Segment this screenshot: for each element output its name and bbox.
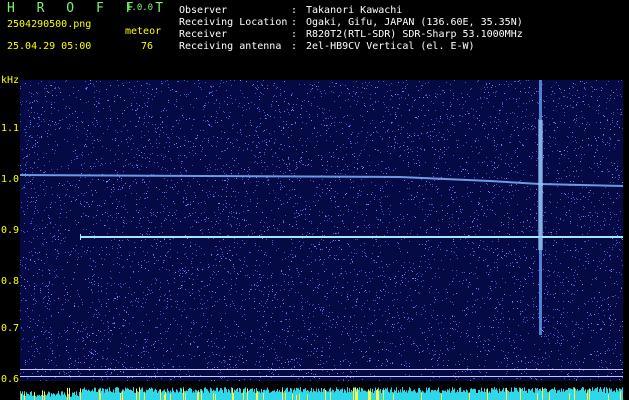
info-value-receiver: R820T2(RTL-SDR) SDR-Sharp 53.1000MHz [306, 29, 523, 40]
info-label-observer: Observer [179, 5, 228, 16]
y-tick-label: 0.8 [1, 276, 20, 287]
meteor-streak-core [538, 120, 543, 250]
y-tick-label: 0.7 [1, 323, 20, 334]
signal-level-bars [20, 387, 623, 400]
info-label-antenna: Receiving antenna [179, 41, 282, 52]
spectrogram-canvas [20, 80, 623, 381]
info-colon: : [291, 5, 298, 16]
signal-level-strip [20, 381, 623, 400]
info-colon: : [291, 29, 298, 40]
meteor-label: meteor [125, 26, 162, 37]
file-name: 2504290500.png [7, 19, 92, 30]
hroft-window: H R O F F T 1.0.0 2504290500.png 25.04.2… [0, 0, 629, 400]
meteor-count: 76 [141, 41, 154, 52]
y-tick-label: 1.1 [1, 123, 20, 134]
info-label-location: Receiving Location [179, 17, 288, 28]
y-tick-label: 0.6 [1, 374, 20, 385]
y-axis-label: kHz [1, 75, 20, 86]
date-time: 25.04.29 05:00 [7, 41, 92, 52]
noise-layer [20, 80, 623, 381]
carrier-line-upper [20, 174, 623, 187]
info-label-receiver: Receiver [179, 29, 228, 40]
info-value-location: Ogaki, Gifu, JAPAN (136.60E, 35.35N) [306, 17, 523, 28]
app-version: 1.0.0 [126, 3, 154, 13]
carrier-start-tick [80, 234, 81, 240]
reference-line-1 [20, 369, 623, 370]
spectrogram [20, 80, 623, 381]
info-colon: : [291, 41, 298, 52]
reference-line-2 [20, 376, 623, 377]
info-value-antenna: 2el-HB9CV Vertical (el. E-W) [306, 41, 475, 52]
y-tick-label: 1.0 [1, 174, 20, 185]
y-tick-label: 0.9 [1, 225, 20, 236]
info-value-observer: Takanori Kawachi [306, 5, 403, 16]
info-colon: : [291, 17, 298, 28]
signal-level-canvas [20, 387, 623, 400]
noise-speckle [20, 80, 623, 381]
